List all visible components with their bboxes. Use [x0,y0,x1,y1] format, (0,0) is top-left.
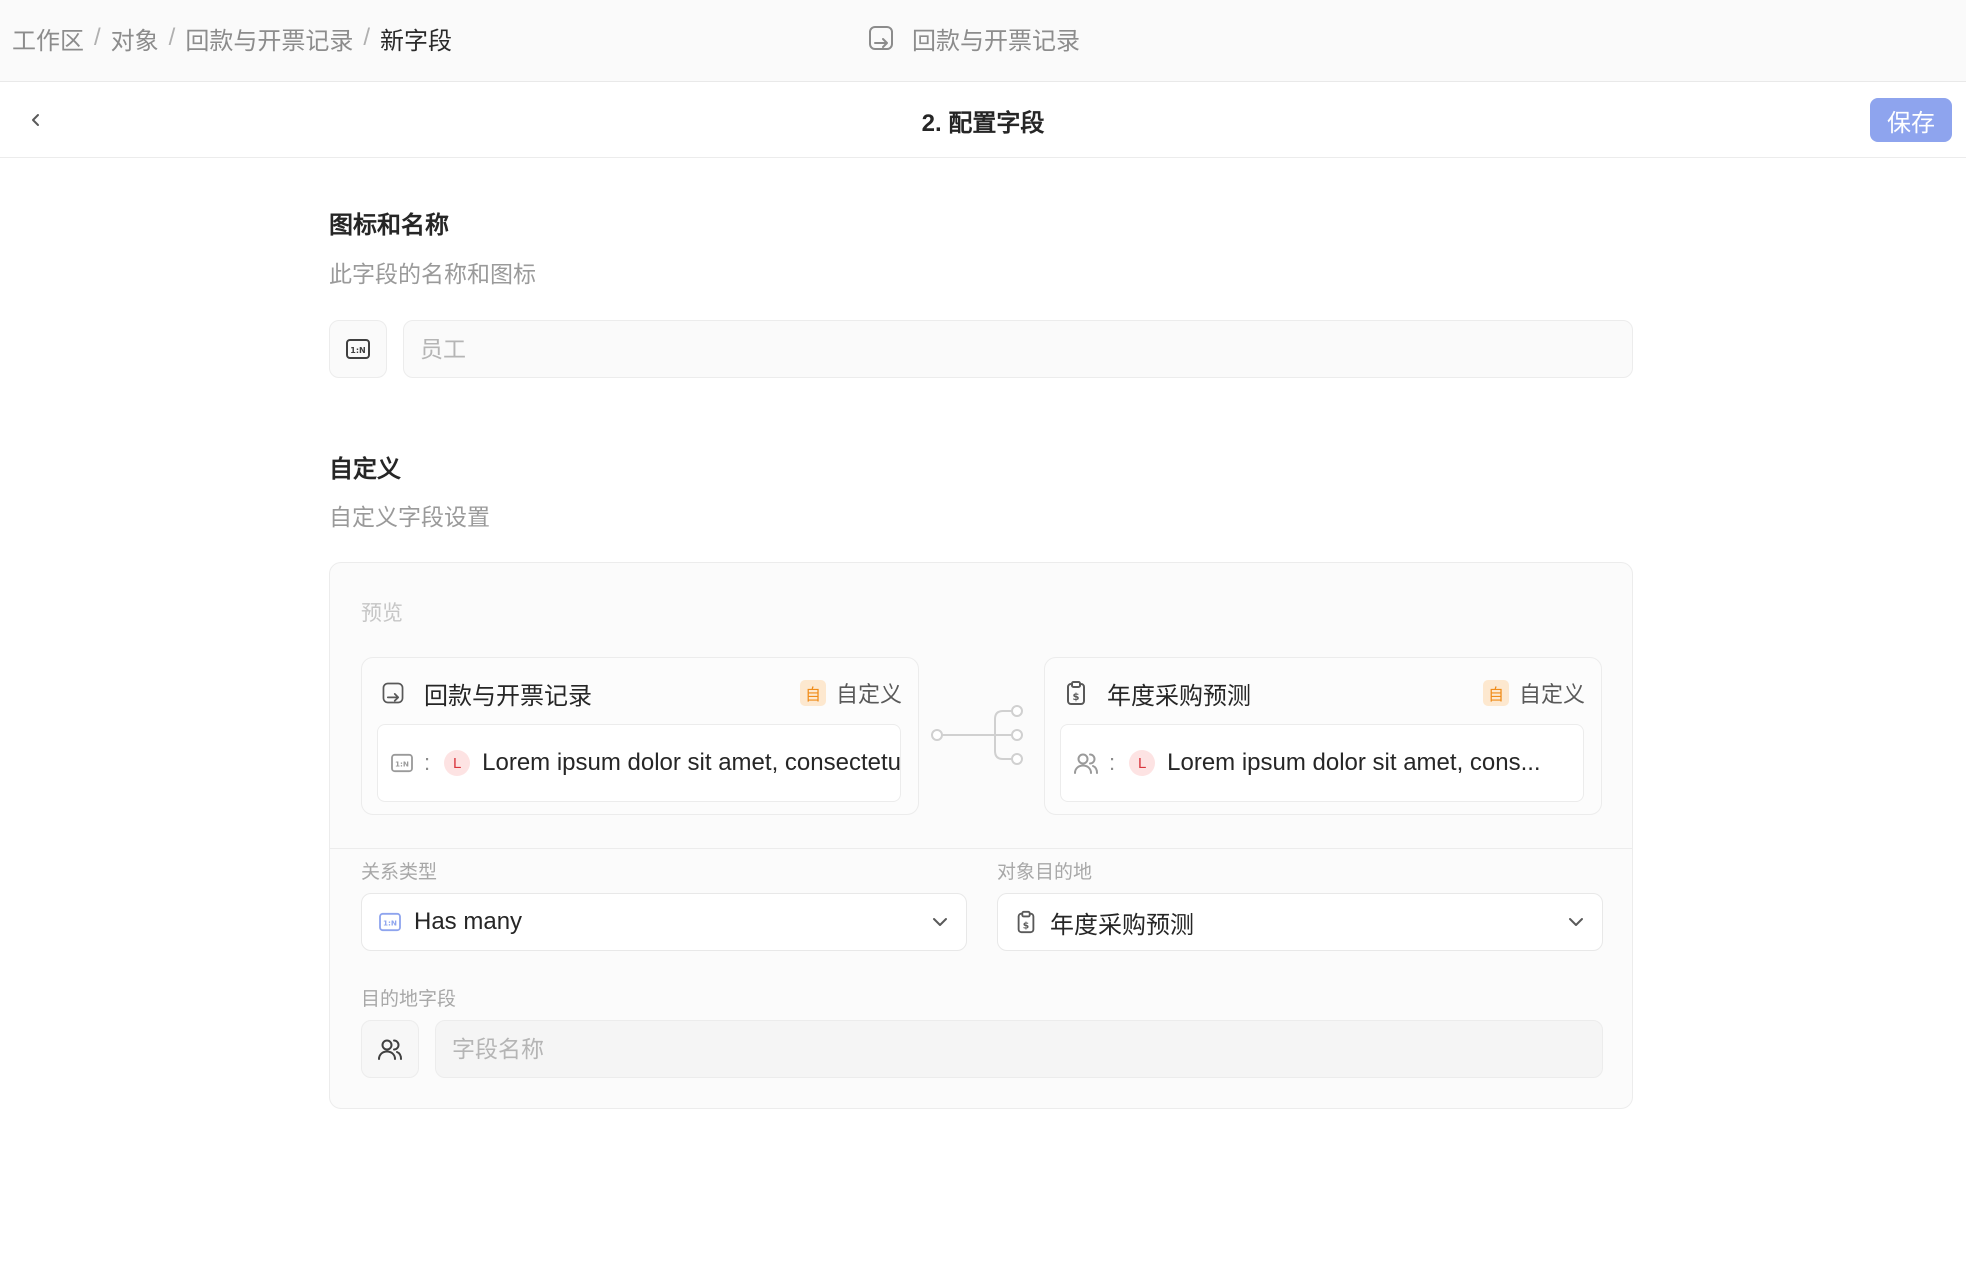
relation-type-select[interactable]: 1:N Has many [361,893,967,951]
avatar: L [1129,750,1156,776]
row-separator: : [1109,750,1116,775]
svg-text:1:N: 1:N [395,760,409,769]
destination-field-icon-picker[interactable] [361,1020,419,1078]
breadcrumb-separator: / [168,24,176,51]
header-object-title: 回款与开票记录 [912,27,1080,55]
card-title: 回款与开票记录 [424,682,592,710]
clipboard-dollar-icon: $ [1014,909,1038,935]
destination-object-value: 年度采购预测 [1050,911,1194,939]
card-field-row: 1:N : L Lorem ipsum dolor sit amet, cons… [377,724,901,802]
destination-field-label: 目的地字段 [361,989,457,1010]
top-bar: 工作区 / 对象 / 回款与开票记录 / 新字段 回款与开票记录 [0,0,1966,82]
badge-label: 自定义 [1518,682,1585,707]
breadcrumb-item-workspace[interactable]: 工作区 [12,21,84,56]
avatar: L [444,750,471,776]
icon-name-description: 此字段的名称和图标 [329,261,536,287]
step-title: 2. 配置字段 [921,109,1045,137]
card-header: 回款与开票记录 自 自定义 [380,676,902,710]
breadcrumb: 工作区 / 对象 / 回款与开票记录 / 新字段 [12,0,452,76]
relation-type-label: 关系类型 [361,862,438,883]
breadcrumb-current: 新字段 [380,27,453,55]
preview-target-card: $ 年度采购预测 自 自定义 : L Lorem ipsum dolor sit… [1044,657,1602,815]
custom-badge: 自 [1482,680,1509,706]
field-name-input[interactable] [403,320,1633,378]
svg-text:1:N: 1:N [350,346,365,355]
object-record-icon [866,23,896,53]
icon-name-title: 图标和名称 [329,212,449,239]
svg-text:$: $ [1073,692,1080,703]
row-separator: : [424,750,431,775]
preview-source-card: 回款与开票记录 自 自定义 1:N : L Lorem ipsum dolor … [361,657,919,815]
relation-1n-icon: 1:N [378,912,402,932]
chevron-left-icon [28,112,44,128]
destination-object-label: 对象目的地 [997,862,1093,883]
header-object: 回款与开票记录 [866,0,1080,76]
save-button[interactable]: 保存 [1870,98,1952,142]
relation-1n-icon: 1:N [390,753,414,773]
users-icon [1073,751,1099,775]
clipboard-dollar-icon: $ [1063,680,1089,706]
breadcrumb-separator: / [363,24,371,51]
relation-1n-icon: 1:N [345,338,371,360]
destination-object-select[interactable]: $ 年度采购预测 [997,893,1603,951]
chevron-down-icon [1566,912,1586,932]
breadcrumb-item-objects[interactable]: 对象 [111,21,159,56]
custom-description: 自定义字段设置 [329,504,490,530]
custom-title: 自定义 [329,456,401,483]
back-button[interactable] [20,104,52,136]
card-header: $ 年度采购预测 自 自定义 [1063,676,1585,710]
users-icon [377,1037,403,1061]
destination-field-name-input[interactable] [435,1020,1603,1078]
card-title: 年度采购预测 [1107,682,1251,710]
chevron-down-icon [930,912,950,932]
svg-text:$: $ [1023,920,1029,931]
svg-text:1:N: 1:N [383,919,397,928]
breadcrumb-item-object[interactable]: 回款与开票记录 [185,21,353,56]
card-field-row: : L Lorem ipsum dolor sit amet, cons... [1060,724,1584,802]
step-header: 2. 配置字段 保存 [0,82,1966,158]
badge-label: 自定义 [835,682,902,707]
row-text: Lorem ipsum dolor sit amet, cons... [1167,749,1541,776]
relation-type-value: Has many [414,908,523,935]
custom-badge: 自 [799,680,826,706]
row-text: Lorem ipsum dolor sit amet, consectetur [482,749,901,776]
field-icon-picker[interactable]: 1:N [329,320,387,378]
breadcrumb-separator: / [94,24,101,51]
divider [330,848,1632,849]
custom-settings-panel: 预览 回款与开票记录 自 自定义 1:N : L Lorem ipsum dol… [329,562,1633,1109]
preview-label: 预览 [361,602,403,625]
object-record-icon [380,680,406,706]
relation-connector-icon [931,705,1023,765]
